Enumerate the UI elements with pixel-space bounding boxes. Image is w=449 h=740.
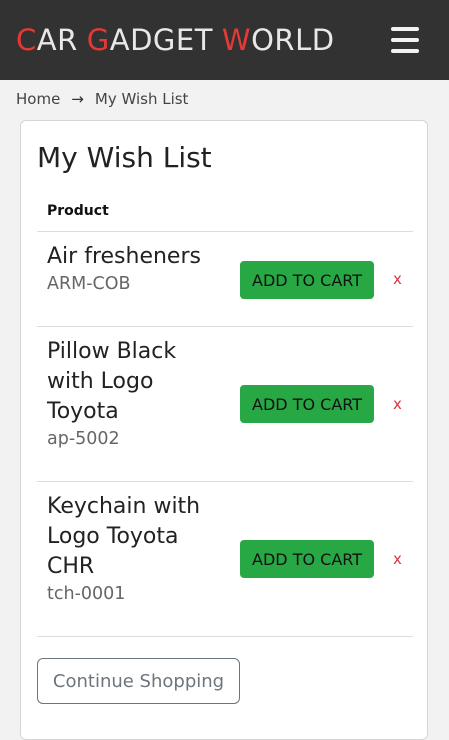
product-name[interactable]: Pillow Black with Logo Toyota: [47, 337, 229, 427]
add-to-cart-button[interactable]: ADD TO CART: [240, 261, 374, 299]
continue-shopping-button[interactable]: Continue Shopping: [37, 658, 240, 704]
wishlist-row: Air fresheners ARM-COB ADD TO CART x: [37, 232, 413, 327]
remove-item-icon[interactable]: x: [393, 550, 402, 568]
wishlist-row: Pillow Black with Logo Toyota ap-5002 AD…: [37, 327, 413, 482]
top-navbar: C AR G ADGET W ORLD: [0, 0, 449, 80]
product-sku: ARM-COB: [47, 274, 131, 294]
breadcrumb-arrow-icon: →: [71, 90, 84, 108]
breadcrumb-current: My Wish List: [94, 90, 189, 108]
logo-word-world-rest: ORLD: [251, 23, 335, 57]
logo-letter-c: C: [16, 23, 37, 57]
remove-item-icon[interactable]: x: [393, 270, 402, 288]
wishlist-card: My Wish List Product Air fresheners ARM-…: [20, 120, 428, 740]
logo-word-gadget-rest: ADGET: [109, 23, 213, 57]
add-to-cart-button[interactable]: ADD TO CART: [240, 385, 374, 423]
hamburger-menu-icon[interactable]: [391, 27, 419, 53]
wishlist-row: Keychain with Logo Toyota CHR tch-0001 A…: [37, 482, 413, 637]
column-header-product: Product: [37, 201, 413, 232]
product-sku: ap-5002: [47, 429, 120, 449]
logo-word-car-rest: AR: [36, 23, 78, 57]
product-sku: tch-0001: [47, 584, 126, 604]
breadcrumb: Home → My Wish List: [0, 80, 449, 118]
logo-letter-w: W: [221, 23, 252, 57]
remove-item-icon[interactable]: x: [393, 395, 402, 413]
product-name[interactable]: Keychain with Logo Toyota CHR: [47, 492, 229, 582]
site-logo[interactable]: C AR G ADGET W ORLD: [16, 23, 335, 57]
breadcrumb-home-link[interactable]: Home: [16, 90, 60, 108]
add-to-cart-button[interactable]: ADD TO CART: [240, 540, 374, 578]
page-title: My Wish List: [37, 141, 212, 174]
logo-letter-g: G: [86, 23, 110, 57]
product-name[interactable]: Air fresheners: [47, 242, 229, 272]
